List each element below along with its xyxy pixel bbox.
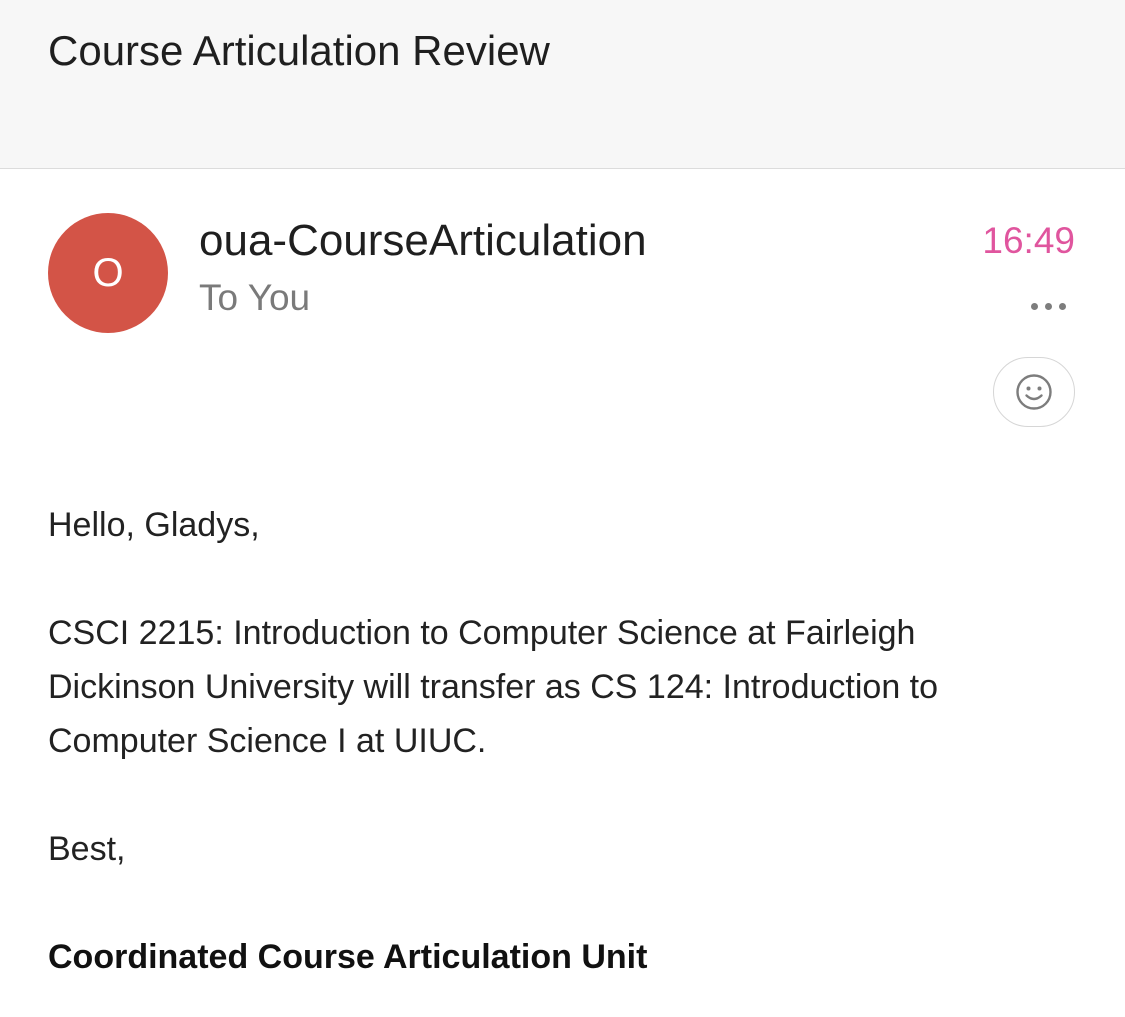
signature: Coordinated Course Articulation Unit xyxy=(48,938,648,976)
body-paragraph: CSCI 2215: Introduction to Computer Scie… xyxy=(48,614,939,760)
sender-avatar[interactable]: O xyxy=(48,213,168,333)
avatar-initial: O xyxy=(92,251,124,295)
email-subject: Course Articulation Review xyxy=(48,27,550,74)
recipient-line[interactable]: To You xyxy=(199,276,310,320)
subject-header: Course Articulation Review xyxy=(0,0,1125,169)
more-horizontal-icon xyxy=(1058,302,1066,310)
smiley-icon xyxy=(1016,374,1052,410)
message-time: 16:49 xyxy=(982,220,1075,261)
add-reaction-button[interactable] xyxy=(993,357,1075,427)
more-horizontal-icon xyxy=(1044,302,1052,310)
more-horizontal-icon xyxy=(1030,302,1038,310)
closing: Best, xyxy=(48,830,126,868)
more-options-button[interactable] xyxy=(1020,292,1076,320)
greeting: Hello, Gladys, xyxy=(48,506,260,544)
sender-name[interactable]: oua-CourseArticulation xyxy=(199,214,647,268)
